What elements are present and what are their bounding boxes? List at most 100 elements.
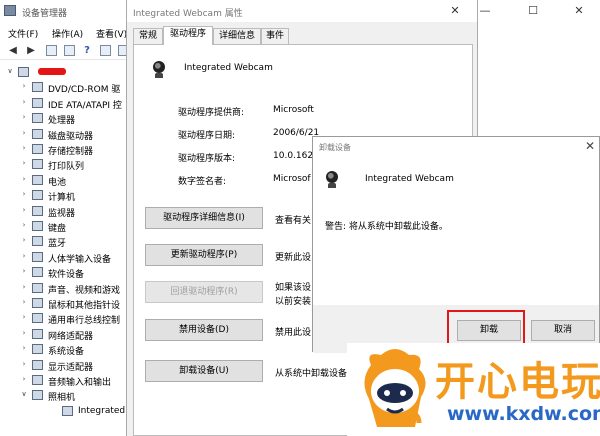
chevron-right-icon[interactable]: › bbox=[20, 113, 28, 121]
tree-item[interactable]: › 通用串行总线控制 bbox=[0, 312, 130, 327]
tree-item-label: 通用串行总线控制 bbox=[48, 316, 121, 327]
chevron-right-icon[interactable]: › bbox=[20, 98, 28, 106]
tree-item[interactable]: › 声音、视频和游戏 bbox=[0, 282, 130, 296]
chevron-right-icon[interactable]: › bbox=[20, 82, 28, 90]
tree-item-label: 显示适配器 bbox=[48, 362, 94, 373]
uninstall-close-icon[interactable]: ✕ bbox=[585, 139, 595, 153]
update-driver-button[interactable]: 更新驱动程序(P) bbox=[145, 244, 263, 266]
tree-item[interactable]: › IDE ATA/ATAPI 控 bbox=[0, 97, 130, 111]
menu-bar: 文件(F) 操作(A) 查看(V) bbox=[0, 22, 130, 42]
device-category-icon bbox=[32, 128, 43, 139]
redacted-computer-name bbox=[38, 68, 66, 75]
update-driver-icon[interactable] bbox=[100, 45, 111, 56]
tree-item[interactable]: › 鼠标和其他指针设 bbox=[0, 297, 130, 311]
cancel-button[interactable]: 取消 bbox=[531, 320, 595, 341]
tree-item-label: 照相机 bbox=[48, 393, 76, 404]
tree-item[interactable]: Integrated We bbox=[0, 405, 142, 418]
chevron-right-icon[interactable]: › bbox=[20, 283, 28, 291]
chevron-right-icon[interactable]: › bbox=[20, 144, 28, 152]
tree-item[interactable]: › 网络适配器 bbox=[0, 328, 130, 342]
tree-item[interactable]: ∨ 照相机 bbox=[0, 389, 130, 404]
help-icon[interactable]: ? bbox=[80, 44, 94, 58]
rollback-driver-button[interactable]: 回退驱动程序(R) bbox=[145, 281, 263, 303]
disable-device-desc: 禁用此设 bbox=[275, 328, 312, 338]
uninstall-titlebar: 卸载设备 ✕ bbox=[313, 137, 599, 155]
device-category-icon bbox=[32, 298, 43, 308]
chevron-right-icon[interactable]: › bbox=[20, 236, 28, 244]
tree-item-label: DVD/CD-ROM 驱 bbox=[48, 85, 121, 96]
tree-item-label: IDE ATA/ATAPI 控 bbox=[48, 100, 122, 111]
chevron-right-icon[interactable]: › bbox=[20, 360, 28, 368]
tab-events[interactable]: 事件 bbox=[261, 28, 289, 44]
chevron-right-icon[interactable]: › bbox=[20, 344, 28, 352]
mascot-logo-icon bbox=[364, 349, 426, 427]
uninstall-device-button[interactable]: 卸载设备(U) bbox=[145, 360, 263, 382]
toolbar: ◀ ▶ ? bbox=[0, 42, 130, 60]
tree-item[interactable]: › 蓝牙 bbox=[0, 235, 130, 250]
tree-item-label: 计算机 bbox=[48, 193, 76, 204]
field-value-signer: Microsof bbox=[273, 174, 311, 184]
field-label-signer: 数字签名者: bbox=[178, 177, 227, 187]
tree-item[interactable]: › 显示适配器 bbox=[0, 359, 130, 373]
tree-item-label: 存储控制器 bbox=[48, 147, 94, 157]
tree-item[interactable]: › 计算机 bbox=[0, 189, 130, 204]
disable-device-button[interactable]: 禁用设备(D) bbox=[145, 319, 263, 341]
chevron-right-icon[interactable]: › bbox=[20, 159, 28, 167]
tree-item-label: 打印队列 bbox=[48, 162, 85, 173]
tree-item[interactable]: › 磁盘驱动器 bbox=[0, 128, 130, 142]
chevron-down-icon[interactable]: ∨ bbox=[20, 390, 28, 398]
menu-file[interactable]: 文件(F) bbox=[8, 27, 38, 40]
tab-general[interactable]: 常规 bbox=[133, 28, 163, 44]
tab-details[interactable]: 详细信息 bbox=[213, 28, 261, 44]
chevron-right-icon[interactable]: › bbox=[20, 313, 28, 321]
tab-driver[interactable]: 驱动程序 bbox=[163, 26, 213, 45]
tree-item[interactable]: › 电池 bbox=[0, 174, 130, 188]
tree-item-label: 蓝牙 bbox=[48, 239, 67, 250]
device-manager-title: 设备管理器 bbox=[22, 9, 68, 19]
device-category-icon bbox=[32, 282, 43, 293]
chevron-right-icon[interactable]: › bbox=[20, 190, 28, 198]
tree-item[interactable]: › 监视器 bbox=[0, 205, 130, 219]
device-list-icon[interactable] bbox=[64, 45, 75, 56]
tree-item[interactable]: › DVD/CD-ROM 驱 bbox=[0, 81, 130, 96]
device-category-icon bbox=[32, 205, 43, 216]
maximize-button[interactable]: ☐ bbox=[510, 0, 556, 22]
chevron-down-icon[interactable]: ∨ bbox=[6, 67, 14, 75]
driver-details-button[interactable]: 驱动程序详细信息(I) bbox=[145, 207, 263, 229]
device-category-icon bbox=[32, 267, 43, 278]
tree-item[interactable]: › 处理器 bbox=[0, 112, 130, 126]
chevron-right-icon[interactable]: › bbox=[20, 129, 28, 137]
tree-item[interactable]: › 软件设备 bbox=[0, 266, 130, 280]
device-category-icon bbox=[32, 144, 43, 154]
forward-arrow-icon[interactable]: ▶ bbox=[24, 44, 38, 58]
tree-item[interactable]: › 打印队列 bbox=[0, 158, 130, 173]
chevron-right-icon[interactable]: › bbox=[20, 298, 28, 306]
webcam-icon bbox=[150, 61, 168, 79]
tree-item-label: 人体学输入设备 bbox=[48, 254, 112, 265]
properties-icon[interactable] bbox=[46, 45, 57, 56]
chevron-right-icon[interactable]: › bbox=[20, 206, 28, 214]
back-arrow-icon[interactable]: ◀ bbox=[6, 44, 20, 58]
menu-action[interactable]: 操作(A) bbox=[52, 27, 83, 40]
chevron-right-icon[interactable]: › bbox=[20, 329, 28, 337]
device-category-icon bbox=[32, 390, 43, 401]
chevron-right-icon[interactable]: › bbox=[20, 375, 28, 383]
chevron-right-icon[interactable]: › bbox=[20, 267, 28, 275]
watermark-brand: 开心电玩 bbox=[435, 359, 600, 405]
field-label-date: 驱动程序日期: bbox=[178, 131, 236, 141]
chevron-right-icon[interactable]: › bbox=[20, 252, 28, 260]
device-category-icon bbox=[32, 174, 43, 185]
properties-close-button[interactable]: ✕ bbox=[435, 0, 475, 22]
chevron-right-icon[interactable]: › bbox=[20, 221, 28, 229]
tree-item[interactable]: › 存储控制器 bbox=[0, 143, 130, 157]
watermark: 开心电玩 www.kxdw.com bbox=[347, 343, 600, 436]
chevron-right-icon[interactable]: › bbox=[20, 175, 28, 183]
menu-view[interactable]: 查看(V) bbox=[96, 27, 127, 40]
tree-item[interactable]: › 键盘 bbox=[0, 220, 130, 234]
tree-item[interactable]: › 音频输入和输出 bbox=[0, 374, 130, 388]
properties-titlebar: Integrated Webcam 属性 ✕ bbox=[127, 0, 477, 22]
tree-item[interactable]: › 系统设备 bbox=[0, 343, 130, 357]
device-category-icon bbox=[62, 405, 73, 416]
tree-item[interactable]: › 人体学输入设备 bbox=[0, 251, 130, 265]
close-button[interactable]: ✕ bbox=[556, 0, 600, 22]
